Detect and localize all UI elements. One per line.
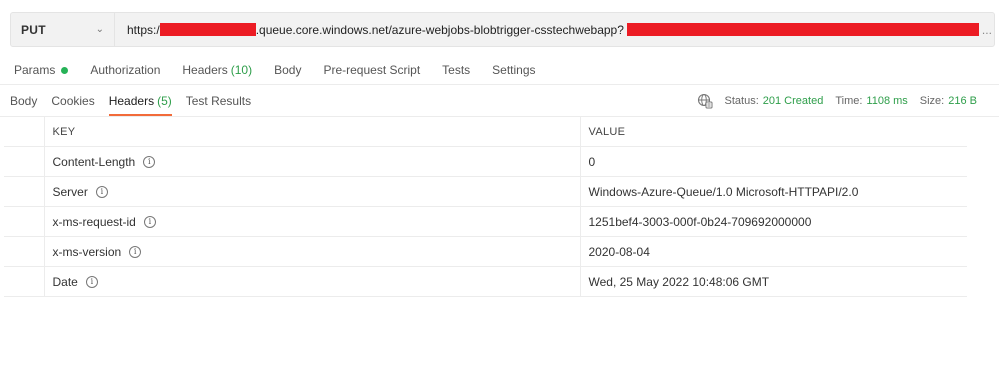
size-readout[interactable]: Size: 216 B <box>920 95 977 107</box>
value-cell: Wed, 25 May 2022 10:48:06 GMT <box>579 266 967 297</box>
key-cell: Date i <box>43 266 581 297</box>
tab-label: Settings <box>492 63 536 77</box>
table-row: Server i Windows-Azure-Queue/1.0 Microsof… <box>4 176 967 207</box>
params-indicator-dot <box>61 66 69 74</box>
row-gutter <box>4 116 45 147</box>
table-row: Content-Length i 0 <box>4 146 967 177</box>
method-label: PUT <box>21 22 46 37</box>
table-row: x-ms-request-id i 1251bef4-3003-000f-0b24… <box>4 206 967 237</box>
redaction-block <box>626 23 979 36</box>
column-header-key: KEY <box>43 116 581 147</box>
url-overflow: ... <box>981 22 992 37</box>
method-select[interactable]: PUT ⌄ <box>11 13 115 46</box>
response-tab-body[interactable]: Body <box>10 85 37 116</box>
tab-label: Body <box>274 63 302 77</box>
key-cell: Content-Length i <box>43 146 581 177</box>
tab-tests[interactable]: Tests <box>442 63 470 77</box>
column-header-value: VALUE <box>579 116 967 147</box>
tab-label: Pre-request Script <box>323 63 421 77</box>
row-gutter <box>4 176 45 207</box>
key-cell: x-ms-request-id i <box>43 206 581 237</box>
url-prefix: https:/ <box>127 22 160 37</box>
header-key: Server <box>52 184 88 199</box>
tab-count: (5) <box>157 93 172 108</box>
url-input[interactable]: https:/ .queue.core.windows.net/azure-we… <box>115 13 994 46</box>
response-tab-test-results[interactable]: Test Results <box>186 85 251 116</box>
header-key: Date <box>52 274 78 289</box>
tab-label: Params <box>14 63 56 77</box>
header-key: x-ms-version <box>52 244 122 259</box>
globe-icon[interactable] <box>697 93 713 109</box>
value-cell: 2020-08-04 <box>579 236 967 267</box>
row-gutter <box>4 266 45 297</box>
request-bar: PUT ⌄ https:/ .queue.core.windows.net/az… <box>10 12 995 47</box>
info-icon[interactable]: i <box>143 155 156 168</box>
info-icon[interactable]: i <box>85 275 98 288</box>
redaction-block <box>159 23 256 36</box>
row-gutter <box>4 206 45 237</box>
table-row: x-ms-version i 2020-08-04 <box>4 236 967 267</box>
response-bar: Body Cookies Headers (5) Test Results St… <box>0 84 999 117</box>
header-key: x-ms-request-id <box>52 214 136 229</box>
tab-label: Body <box>10 93 38 108</box>
header-key: Content-Length <box>52 154 136 169</box>
tab-label: Authorization <box>90 63 161 77</box>
size-value: 216 B <box>948 94 977 107</box>
key-cell: Server i <box>43 176 581 207</box>
value-cell: Windows-Azure-Queue/1.0 Microsoft-HTTPAP… <box>579 176 967 207</box>
tab-pre-request-script[interactable]: Pre-request Script <box>323 63 420 77</box>
table-header-row: KEY VALUE <box>4 116 967 147</box>
tab-authorization[interactable]: Authorization <box>90 63 160 77</box>
value-cell: 0 <box>579 146 967 177</box>
info-icon[interactable]: i <box>143 215 156 228</box>
tab-label: Test Results <box>185 93 252 108</box>
time-readout[interactable]: Time: 1108 ms <box>835 95 907 107</box>
status-readout[interactable]: Status: 201 Created <box>725 95 824 107</box>
response-tabs: Body Cookies Headers (5) Test Results <box>10 85 251 116</box>
tab-body[interactable]: Body <box>274 63 301 77</box>
response-meta: Status: 201 Created Time: 1108 ms Size: 216… <box>697 85 977 116</box>
row-gutter <box>4 146 45 177</box>
info-icon[interactable]: i <box>95 185 108 198</box>
response-headers-table: KEY VALUE Content-Length i 0 Server i Wind… <box>4 116 967 297</box>
request-tabs: Params Authorization Headers (10) Body P… <box>14 63 536 77</box>
key-cell: x-ms-version i <box>43 236 581 267</box>
row-gutter <box>4 236 45 267</box>
tab-count: (10) <box>230 63 253 77</box>
time-value: 1108 ms <box>866 94 908 107</box>
status-value: 201 Created <box>762 94 824 107</box>
response-tab-cookies[interactable]: Cookies <box>51 85 94 116</box>
chevron-down-icon: ⌄ <box>95 24 104 35</box>
table-row: Date i Wed, 25 May 2022 10:48:06 GMT <box>4 266 967 297</box>
tab-label: Headers <box>182 63 228 77</box>
tab-label: Tests <box>442 63 471 77</box>
tab-headers[interactable]: Headers (10) <box>182 63 252 77</box>
status-label: Status: <box>724 94 759 107</box>
tab-params[interactable]: Params <box>14 63 69 77</box>
info-icon[interactable]: i <box>129 245 142 258</box>
time-label: Time: <box>835 94 863 107</box>
value-cell: 1251bef4-3003-000f-0b24-709692000000 <box>579 206 967 237</box>
tab-label: Headers <box>108 93 155 108</box>
response-tab-headers[interactable]: Headers (5) <box>108 85 172 116</box>
tab-settings[interactable]: Settings <box>492 63 535 77</box>
size-label: Size: <box>919 94 945 107</box>
url-middle: .queue.core.windows.net/azure-webjobs-bl… <box>255 22 624 37</box>
tab-label: Cookies <box>51 93 95 108</box>
